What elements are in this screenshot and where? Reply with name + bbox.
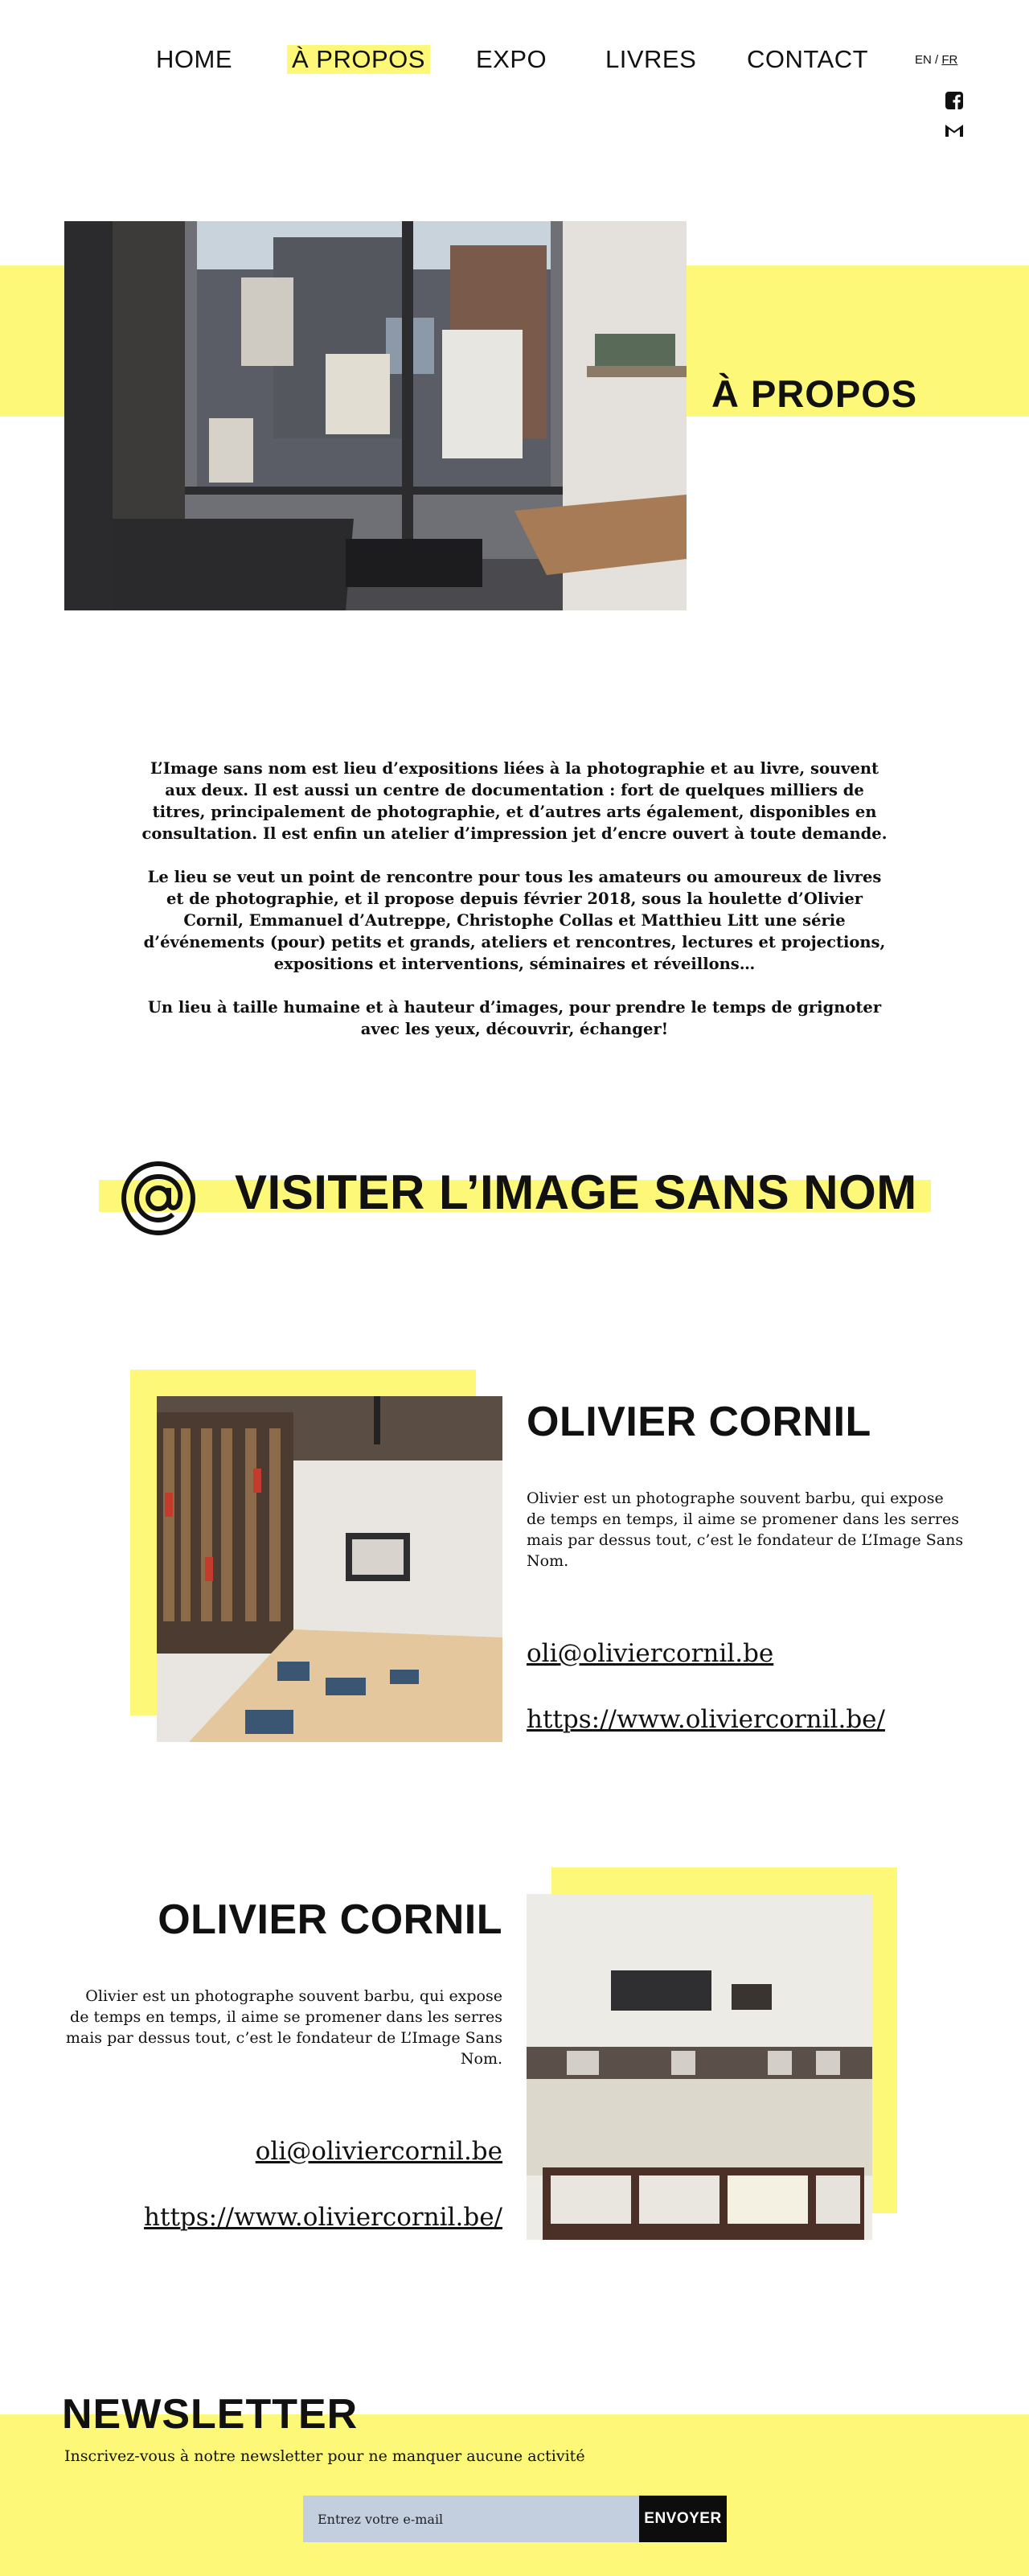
newsletter-title: NEWSLETTER bbox=[62, 2391, 359, 2438]
newsletter-email-input[interactable] bbox=[303, 2496, 639, 2542]
facebook-icon[interactable] bbox=[943, 89, 965, 112]
at-sign-icon[interactable] bbox=[121, 1161, 196, 1236]
person-2-email-link[interactable]: oli@oliviercornil.be bbox=[256, 2137, 502, 2166]
person-2-website-link[interactable]: https://www.oliviercornil.be/ bbox=[144, 2203, 502, 2232]
lang-separator: / bbox=[931, 53, 942, 67]
person-1-photo-library bbox=[157, 1396, 502, 1742]
person-2-photo-exhibition bbox=[527, 1894, 872, 2240]
language-switcher: EN / FR bbox=[915, 53, 957, 67]
person-2-name: OLIVIER CORNIL bbox=[158, 1896, 502, 1943]
person-1-email-link[interactable]: oli@oliviercornil.be bbox=[527, 1639, 773, 1668]
newsletter-submit-button[interactable]: ENVOYER bbox=[639, 2496, 727, 2542]
nav-expo[interactable]: EXPO bbox=[476, 45, 547, 74]
newsletter-subtitle: Inscrivez-vous à notre newsletter pour n… bbox=[64, 2447, 585, 2465]
person-1-description: Olivier est un photographe souvent barbu… bbox=[527, 1489, 964, 1570]
lang-en[interactable]: EN bbox=[915, 53, 932, 67]
intro-paragraph: Un lieu à taille humaine et à hauteur d’… bbox=[147, 998, 882, 1038]
person-1-website-link[interactable]: https://www.oliviercornil.be/ bbox=[527, 1705, 885, 1734]
intro-text: L’Image sans nom est lieu d’expositions … bbox=[137, 758, 892, 1062]
intro-paragraph: L’Image sans nom est lieu d’expositions … bbox=[141, 759, 888, 843]
intro-paragraph: Le lieu se veut un point de rencontre po… bbox=[143, 868, 886, 973]
nav-livres[interactable]: LIVRES bbox=[605, 45, 696, 74]
lang-fr[interactable]: FR bbox=[941, 53, 957, 67]
nav-contact[interactable]: CONTACT bbox=[747, 45, 868, 74]
visit-link[interactable]: VISITER L’IMAGE SANS NOM bbox=[235, 1165, 917, 1220]
person-1-name: OLIVIER CORNIL bbox=[527, 1399, 871, 1445]
gmail-icon[interactable] bbox=[943, 119, 965, 142]
hero-photo-window-interior bbox=[64, 221, 687, 610]
nav-home[interactable]: HOME bbox=[156, 45, 232, 74]
page-title: À PROPOS bbox=[711, 372, 918, 415]
nav-a-propos[interactable]: À PROPOS bbox=[287, 45, 430, 74]
person-2-description: Olivier est un photographe souvent barbu… bbox=[65, 1987, 502, 2068]
